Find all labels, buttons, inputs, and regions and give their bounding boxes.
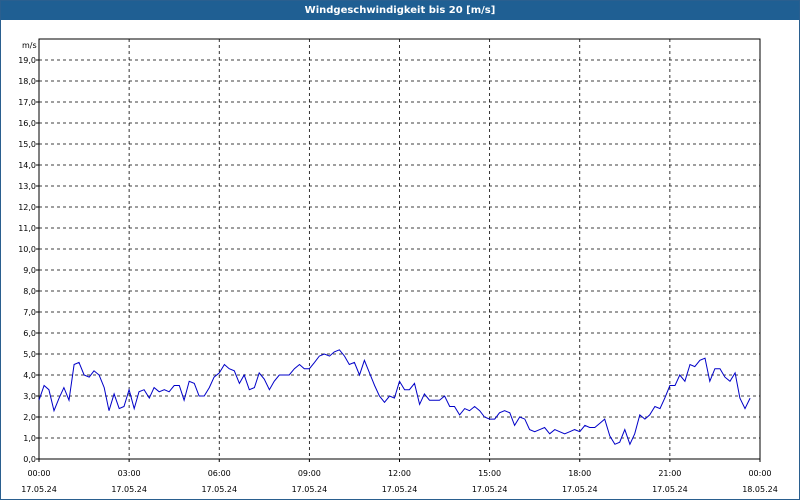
y-tick-label: 6,0 bbox=[23, 329, 36, 338]
x-tick-date-label: 17.05.24 bbox=[472, 485, 508, 494]
y-tick-label: 0,0 bbox=[23, 455, 36, 464]
x-tick-time-label: 03:00 bbox=[118, 469, 141, 478]
x-tick-time-label: 00:00 bbox=[27, 469, 50, 478]
y-tick-label: 9,0 bbox=[23, 266, 36, 275]
x-tick-time-label: 09:00 bbox=[298, 469, 321, 478]
y-axis-ticks: 0,0 1,0 2,0 3,0 4,0 5,0 6,0 7,0 8,0 9,0 10,0 11,0 12… bbox=[18, 56, 39, 464]
x-tick-time-label: 15:00 bbox=[478, 469, 501, 478]
x-tick-date-label: 17.05.24 bbox=[201, 485, 237, 494]
x-tick-time-label: 18:00 bbox=[568, 469, 591, 478]
x-tick-date-label: 17.05.24 bbox=[562, 485, 598, 494]
y-tick-label: 17,0 bbox=[18, 98, 36, 107]
x-tick-time-label: 21:00 bbox=[658, 469, 681, 478]
y-tick-label: 4,0 bbox=[23, 371, 36, 380]
x-tick-date-label: 17.05.24 bbox=[382, 485, 418, 494]
x-tick-date-label: 18.05.24 bbox=[742, 485, 778, 494]
x-tick-time-label: 12:00 bbox=[388, 469, 411, 478]
y-tick-label: 7,0 bbox=[23, 308, 36, 317]
y-tick-label: 14,0 bbox=[18, 161, 36, 170]
y-axis-unit-label: m/s bbox=[22, 41, 37, 50]
x-tick-date-label: 17.05.24 bbox=[111, 485, 147, 494]
wind-speed-line bbox=[38, 349, 751, 446]
y-tick-label: 12,0 bbox=[18, 203, 36, 212]
grid-lines bbox=[39, 39, 760, 459]
y-tick-label: 19,0 bbox=[18, 56, 36, 65]
y-tick-label: 1,0 bbox=[23, 434, 36, 443]
y-tick-label: 11,0 bbox=[18, 224, 36, 233]
x-tick-time-label: 06:00 bbox=[208, 469, 231, 478]
x-tick-time-label: 00:00 bbox=[748, 469, 771, 478]
y-tick-label: 18,0 bbox=[18, 77, 36, 86]
x-tick-date-label: 17.05.24 bbox=[652, 485, 688, 494]
y-tick-label: 5,0 bbox=[23, 350, 36, 359]
y-tick-label: 2,0 bbox=[23, 413, 36, 422]
x-tick-date-label: 17.05.24 bbox=[292, 485, 328, 494]
y-tick-label: 3,0 bbox=[23, 392, 36, 401]
y-tick-label: 16,0 bbox=[18, 119, 36, 128]
x-tick-date-label: 17.05.24 bbox=[21, 485, 57, 494]
wind-speed-chart: m/s 0,0 1,0 2,0 3,0 4,0 5,0 6,0 7,0 8,0 9,0 10,0 11… bbox=[18, 38, 778, 494]
x-axis-ticks: 00:00 17.05.24 03:00 17.05.24 06:00 17.05.24 0… bbox=[21, 459, 778, 494]
y-tick-label: 8,0 bbox=[23, 287, 36, 296]
y-tick-label: 13,0 bbox=[18, 182, 36, 191]
y-tick-label: 15,0 bbox=[18, 140, 36, 149]
y-tick-label: 10,0 bbox=[18, 245, 36, 254]
